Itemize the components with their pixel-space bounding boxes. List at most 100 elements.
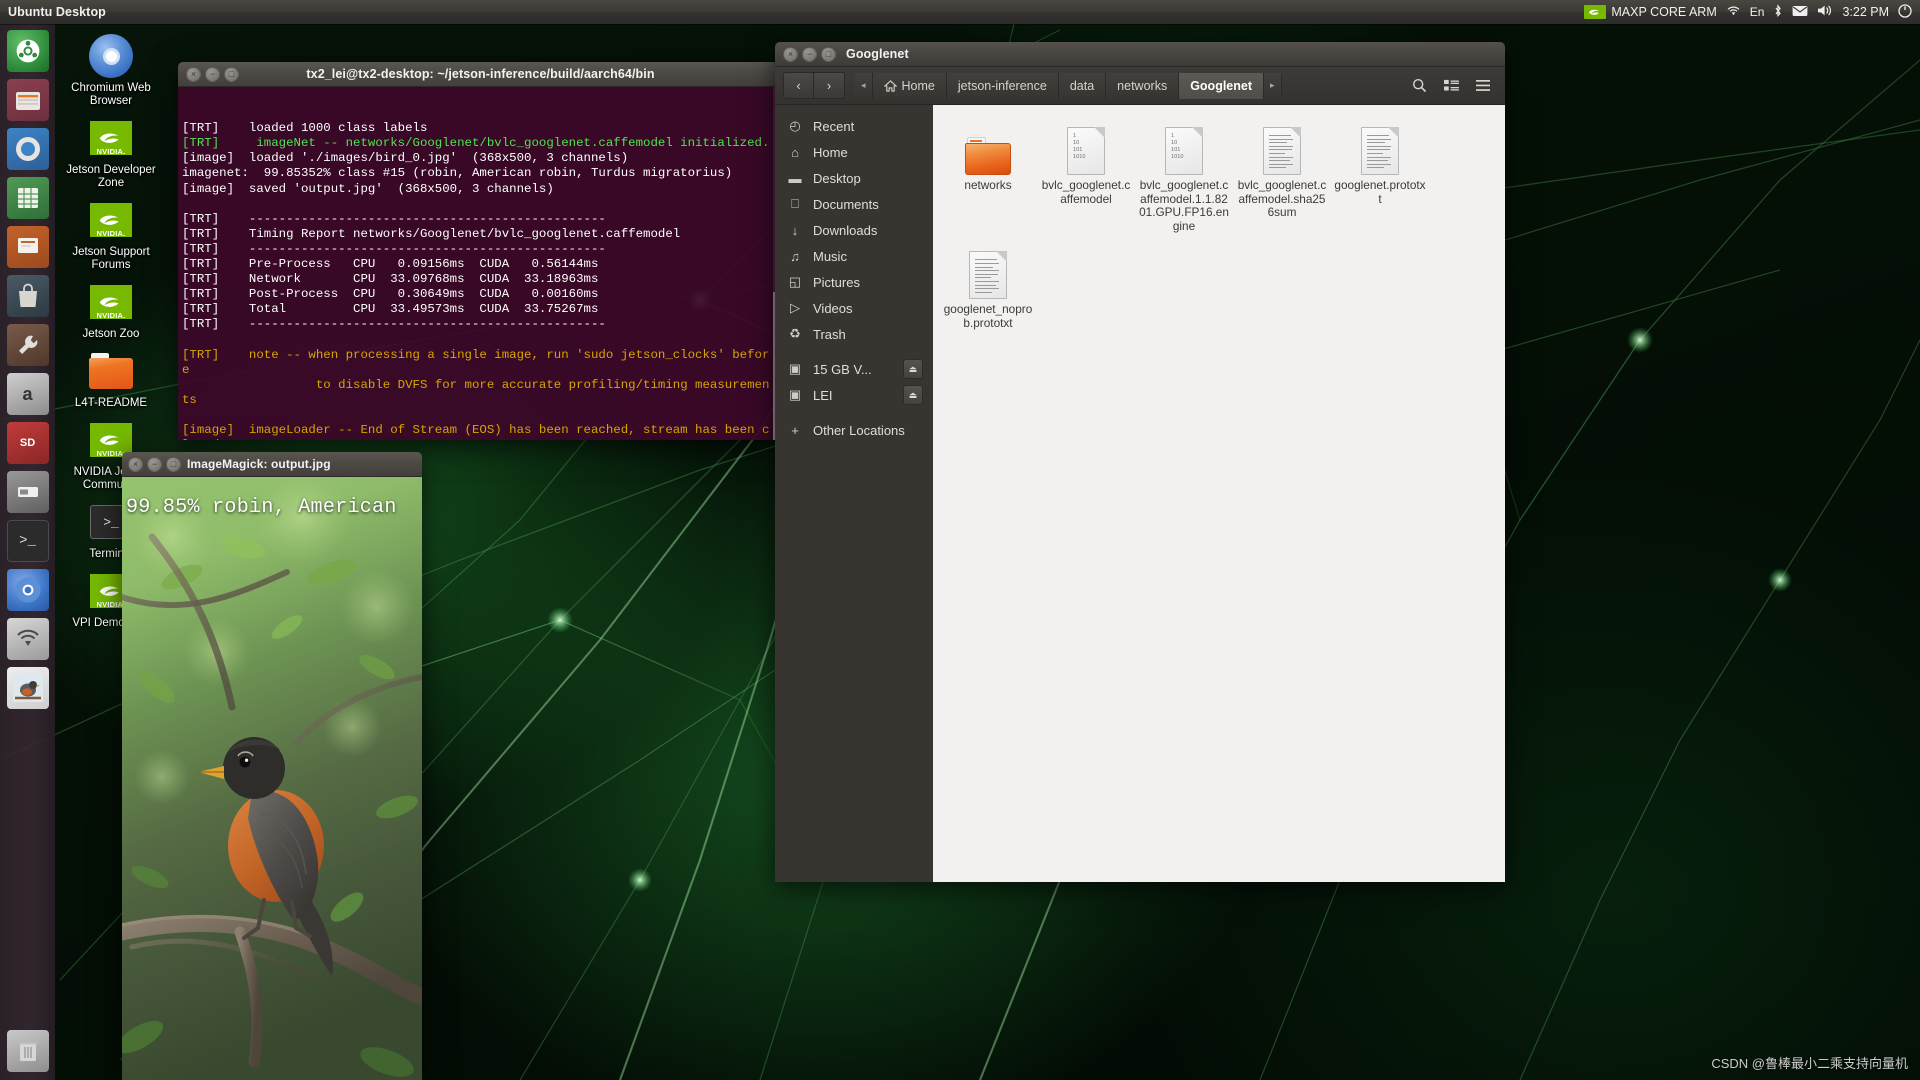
sidebar-item-15-gb-v[interactable]: ▣ 15 GB V... ⏏ [775, 356, 933, 382]
desktop-icon-jetson-support-forums[interactable]: NVIDIA. Jetson Support Forums [59, 196, 163, 272]
breadcrumb-item-googlenet[interactable]: Googlenet [1179, 72, 1265, 99]
sidebar-item-label: Desktop [813, 170, 861, 186]
launcher-item-vpi-demo[interactable] [6, 667, 49, 709]
breadcrumb-item-home[interactable]: Home [872, 72, 947, 99]
indicator-nvidia[interactable]: MAXP CORE ARM [1584, 5, 1717, 19]
launcher-item-libreoffice-calc[interactable] [6, 177, 49, 219]
clock-label[interactable]: 3:22 PM [1842, 5, 1889, 19]
eject-icon[interactable]: ⏏ [903, 359, 923, 379]
terminal-line-text: [TRT] Pre-Process CPU 0.09156ms CUDA 0.5… [182, 257, 599, 272]
file-item[interactable]: bvlc_googlenet.caffemodel.sha256sum [1235, 119, 1329, 233]
eject-icon[interactable]: ⏏ [903, 385, 923, 405]
nvidia-eye-glyph [99, 132, 119, 143]
breadcrumb-item-jetson-inference[interactable]: jetson-inference [946, 72, 1059, 99]
ubuntu-logo-icon [16, 39, 39, 63]
sidebar-item-videos[interactable]: ▷ Videos [775, 295, 933, 321]
sidebar-item-pictures[interactable]: ◱ Pictures [775, 269, 933, 295]
sidebar-item-recent[interactable]: ◴ Recent [775, 113, 933, 139]
breadcrumb-item-networks[interactable]: networks [1106, 72, 1180, 99]
maximize-button[interactable]: □ [166, 456, 181, 472]
breadcrumb-expand-icon[interactable]: ▸ [1264, 72, 1282, 99]
desktop-icon-jetson-zoo[interactable]: NVIDIA. Jetson Zoo [59, 278, 163, 341]
panel-title[interactable]: Ubuntu Desktop [0, 5, 106, 19]
file-item[interactable]: 1 10 101 1010 bvlc_googlenet.caffemodel.1.1.… [1137, 119, 1231, 233]
keyboard-layout-indicator[interactable]: En [1750, 5, 1765, 19]
maximize-button[interactable]: □ [821, 46, 836, 62]
launcher-item-dash-home[interactable] [6, 30, 49, 72]
trash-icon [18, 1041, 37, 1061]
forward-button[interactable]: › [814, 73, 844, 98]
imagemagick-image-view[interactable]: 99.85% robin, American [122, 477, 422, 1080]
launcher-item-usb-drive[interactable] [6, 471, 49, 513]
terminal-line-text: [TRT] ----------------------------------… [182, 317, 606, 332]
bluetooth-icon[interactable] [1773, 3, 1783, 21]
hamburger-menu-icon[interactable] [1469, 73, 1497, 99]
desktop-icon-chromium[interactable]: Chromium Web Browser [59, 32, 163, 108]
top-panel: Ubuntu Desktop MAXP CORE ARM En 3:22 PM [0, 0, 1920, 24]
terminal-line: [TRT] ----------------------------------… [182, 242, 776, 257]
view-list-icon[interactable] [1437, 73, 1465, 99]
launcher-item-chromium[interactable] [6, 569, 49, 611]
sidebar-item-desktop[interactable]: ▬ Desktop [775, 165, 933, 191]
amazon-icon: a [22, 383, 33, 404]
launcher-item-files[interactable] [6, 79, 49, 121]
file-manager-window[interactable]: × − □ Googlenet ‹ › ◂ Home jetson-infere… [775, 42, 1505, 882]
launcher-item-trash[interactable] [6, 1030, 49, 1072]
file-item[interactable]: 1 10 101 1010 bvlc_googlenet.caffemodel [1039, 119, 1133, 233]
minimize-button[interactable]: − [802, 46, 817, 62]
imagemagick-titlebar[interactable]: × − □ ImageMagick: output.jpg [122, 452, 422, 477]
terminal-line: [TRT] Pre-Process CPU 0.09156ms CUDA 0.5… [182, 257, 776, 272]
documents-icon: ⎕ [791, 196, 799, 211]
launcher-item-sd-card[interactable]: SD [6, 422, 49, 464]
maximize-button[interactable]: □ [224, 66, 239, 82]
launcher-item-network[interactable] [6, 618, 49, 660]
back-button[interactable]: ‹ [784, 73, 814, 98]
binary-file-icon: 1 10 101 1010 [1165, 119, 1203, 175]
pictures-icon: ◱ [788, 274, 802, 289]
file-listing[interactable]: networks 1 10 101 1010 bvlc_googlenet.caffemo… [933, 105, 1505, 882]
breadcrumb-item-data[interactable]: data [1058, 72, 1107, 99]
terminal-titlebar[interactable]: × − □ tx2_lei@tx2-desktop: ~/jetson-infe… [178, 62, 778, 87]
gear-power-icon[interactable] [1898, 3, 1912, 21]
terminal-window[interactable]: × − □ tx2_lei@tx2-desktop: ~/jetson-infe… [178, 62, 778, 440]
terminal-output[interactable]: [TRT] loaded 1000 class labels [TRT] imag… [178, 87, 778, 440]
file-item[interactable]: networks [941, 119, 1035, 233]
unity-launcher: a SD >_ [0, 24, 55, 1080]
breadcrumb-collapse-icon[interactable]: ◂ [855, 72, 873, 99]
close-button[interactable]: × [783, 46, 798, 62]
file-item[interactable]: googlenet_noprob.prototxt [941, 243, 1035, 330]
desktop-icon-jetson-developer-zone[interactable]: NVIDIA. Jetson Developer Zone [59, 114, 163, 190]
sidebar-item-music[interactable]: ♫ Music [775, 243, 933, 269]
breadcrumb-label: networks [1117, 78, 1168, 93]
minimize-button[interactable]: − [205, 66, 220, 82]
envelope-icon[interactable] [1792, 5, 1808, 20]
sidebar-item-trash[interactable]: ♻ Trash [775, 321, 933, 347]
launcher-item-system-settings[interactable] [6, 324, 49, 366]
terminal-icon: >_ [19, 533, 36, 549]
sidebar-item-lei[interactable]: ▣ LEI ⏏ [775, 382, 933, 408]
file-manager-titlebar[interactable]: × − □ Googlenet [775, 42, 1505, 67]
terminal-line-text: [TRT] ----------------------------------… [182, 241, 606, 256]
sidebar-item-other-locations[interactable]: + Other Locations [775, 417, 933, 443]
launcher-item-ubuntu-software[interactable] [6, 275, 49, 317]
imagemagick-window[interactable]: × − □ ImageMagick: output.jpg 99.85% rob… [122, 452, 422, 1080]
sidebar-item-downloads[interactable]: ↓ Downloads [775, 217, 933, 243]
files-icon [15, 92, 40, 110]
launcher-item-terminal[interactable]: >_ [6, 520, 49, 562]
desktop-icon-l4t-readme[interactable]: L4T-README [59, 347, 163, 410]
speaker-icon[interactable] [1817, 4, 1833, 20]
file-item[interactable]: googlenet.prototxt [1333, 119, 1427, 233]
close-button[interactable]: × [186, 66, 201, 82]
search-icon[interactable] [1405, 73, 1433, 99]
launcher-item-amazon[interactable]: a [6, 373, 49, 415]
sidebar-item-documents[interactable]: ⎕ Documents [775, 191, 933, 217]
nvidia-eye-icon: NVIDIA. [87, 196, 135, 244]
launcher-item-libreoffice-impress[interactable] [6, 226, 49, 268]
minimize-button[interactable]: − [147, 456, 162, 472]
terminal-line-text: [TRT] Post-Process CPU 0.30649ms CUDA 0.… [182, 287, 599, 302]
close-button[interactable]: × [128, 456, 143, 472]
launcher-item-firefox[interactable] [6, 128, 49, 170]
wifi-icon[interactable] [1726, 5, 1741, 20]
sidebar-item-home[interactable]: ⌂ Home [775, 139, 933, 165]
desktop-icon-label: Jetson Zoo [82, 328, 140, 340]
